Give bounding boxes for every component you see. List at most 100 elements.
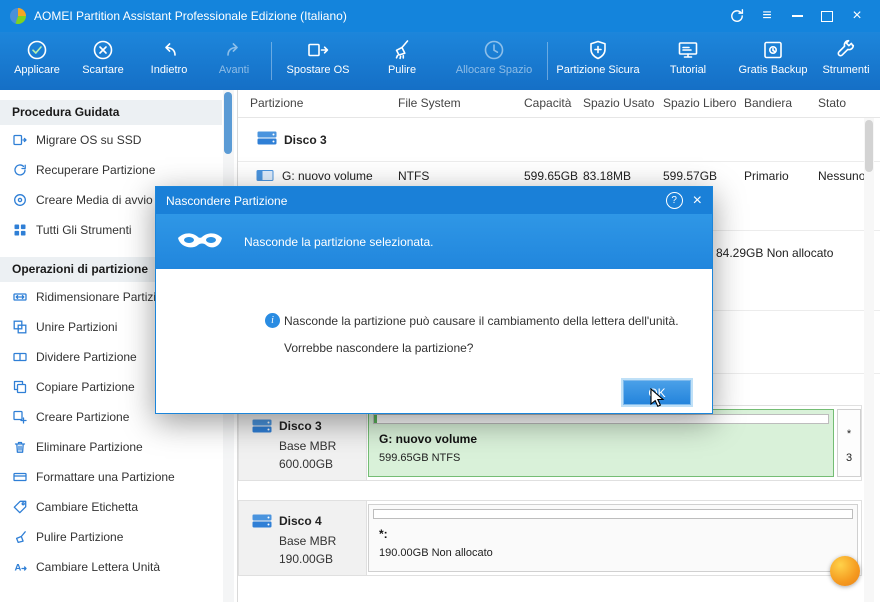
toolbar-button-indietro[interactable]: Indietro [140, 38, 198, 76]
all-tools-grid-icon [13, 223, 27, 237]
toolbar-button-partizione-sicura[interactable]: Partizione Sicura [553, 38, 643, 76]
volume-flag: Primario [744, 169, 789, 183]
disk-icon [251, 511, 273, 531]
minimize-button[interactable] [782, 3, 812, 29]
sidebar-item-eliminare[interactable]: Eliminare Partizione [0, 432, 222, 462]
unallocated-sliver-block[interactable]: * 3 [837, 409, 861, 477]
format-icon [13, 470, 27, 484]
recover-icon [13, 163, 27, 177]
column-bandiera[interactable]: Bandiera [744, 96, 792, 110]
sidebar-item-formattare[interactable]: Formattare una Partizione [0, 462, 222, 492]
toolbar-button-gratis-backup[interactable]: Gratis Backup [732, 38, 814, 76]
create-plus-icon [13, 410, 27, 424]
toolbar-button-applicare[interactable]: Applicare [8, 38, 66, 76]
column-spazio-usato[interactable]: Spazio Usato [583, 96, 654, 110]
toolbar-button-scartare[interactable]: Scartare [74, 38, 132, 76]
toolbar-button-pulire[interactable]: Pulire [366, 38, 438, 76]
promo-floating-badge[interactable] [830, 556, 860, 586]
partition-block-unallocated[interactable]: *: 190.00GB Non allocato [368, 504, 858, 572]
minimize-icon [792, 15, 803, 17]
main-scrollbar[interactable] [864, 118, 874, 602]
disk-row-disco3: Disco 3 Base MBR 600.00GB G: nuovo volum… [238, 405, 862, 481]
dialog-info-text: Nasconde la partizione può causare il ca… [284, 314, 679, 328]
partition-label: *: [379, 527, 388, 541]
maximize-icon [821, 11, 833, 22]
disk-name: Disco 4 [279, 514, 322, 528]
drive-letter-icon: A [13, 560, 27, 574]
disk-info-cell[interactable]: Disco 3 Base MBR 600.00GB [239, 406, 367, 480]
column-stato[interactable]: Stato [818, 96, 846, 110]
dialog-body: i Nasconde la partizione può causare il … [156, 269, 712, 413]
usage-fill [374, 415, 377, 423]
merge-icon [13, 320, 27, 334]
sidebar-item-pulire-partizione[interactable]: Pulire Partizione [0, 522, 222, 552]
partition-block-selected[interactable]: G: nuovo volume 599.65GB NTFS [368, 409, 834, 477]
copy-icon [13, 380, 27, 394]
partition-detail: 599.65GB NTFS [379, 452, 460, 464]
column-spazio-libero[interactable]: Spazio Libero [663, 96, 736, 110]
redo-arrow-icon [222, 38, 246, 62]
toolbar-button-tutorial[interactable]: Tutorial [652, 38, 724, 76]
boot-media-icon [13, 193, 27, 207]
broom-small-icon [13, 530, 27, 544]
toolbar-button-spostare-os[interactable]: Spostare OS [279, 38, 357, 76]
disk-size: 600.00GB [279, 457, 333, 471]
volume-fs: NTFS [398, 169, 429, 183]
volume-name: G: nuovo volume [282, 169, 373, 183]
app-logo-icon [10, 8, 26, 24]
dialog-banner: Nasconde la partizione selezionata. [156, 214, 712, 270]
toolbar-separator [547, 42, 548, 80]
usage-bar [373, 414, 829, 424]
column-capacita[interactable]: Capacità [524, 96, 571, 110]
dialog-title: Nascondere Partizione [156, 194, 287, 208]
sidebar-item-migrare-os[interactable]: Migrare OS su SSD [0, 125, 222, 155]
disk-row-disco4: Disco 4 Base MBR 190.00GB *: 190.00GB No… [238, 500, 862, 576]
disk-size: 190.00GB [279, 552, 333, 566]
backup-safe-icon [761, 38, 785, 62]
refresh-icon[interactable] [722, 3, 752, 29]
tutorial-board-icon [676, 38, 700, 62]
apply-check-icon [25, 38, 49, 62]
maximize-button[interactable] [812, 3, 842, 29]
volume-used: 83.18MB [583, 169, 631, 183]
dialog-titlebar: Nascondere Partizione ? × [156, 187, 712, 214]
wrench-icon [834, 38, 858, 62]
dialog-buttons: ? × [666, 192, 712, 209]
column-partizione[interactable]: Partizione [250, 96, 303, 110]
usage-bar [373, 509, 853, 519]
toolbar-button-allocare-spazio: Allocare Spazio [447, 38, 541, 76]
ok-button[interactable]: OK [623, 380, 691, 405]
dialog-help-icon[interactable]: ? [666, 192, 683, 209]
partition-label: G: nuovo volume [379, 432, 477, 446]
sidebar-item-recuperare-partizione[interactable]: Recuperare Partizione [0, 155, 222, 185]
broom-icon [390, 38, 414, 62]
toolbar-button-strumenti[interactable]: Strumenti [812, 38, 880, 76]
sidebar-item-cambiare-lettera[interactable]: A Cambiare Lettera Unità [0, 552, 222, 582]
sidebar-item-cambiare-etichetta[interactable]: Cambiare Etichetta [0, 492, 222, 522]
sliver-line1: * [838, 422, 860, 446]
toolbar-button-avanti: Avanti [205, 38, 263, 76]
disk-group-title[interactable]: Disco 3 [284, 133, 327, 147]
column-file-system[interactable]: File System [398, 96, 461, 110]
dialog-question-text: Vorrebbe nascondere la partizione? [284, 341, 473, 355]
toolbar-separator [271, 42, 272, 80]
close-button[interactable]: × [842, 3, 872, 29]
undo-arrow-icon [157, 38, 181, 62]
volume-status: Nessuno [818, 169, 865, 183]
clock-icon [482, 38, 506, 62]
menu-icon[interactable]: ≡ [752, 3, 782, 29]
info-icon: i [265, 313, 280, 328]
disk-info-cell[interactable]: Disco 4 Base MBR 190.00GB [239, 501, 367, 575]
tag-icon [13, 500, 27, 514]
disk-icon [256, 128, 278, 148]
svg-text:A: A [15, 563, 22, 574]
sidebar-scrollbar-thumb[interactable] [224, 92, 232, 154]
mask-icon [176, 231, 224, 253]
disk-icon [251, 416, 273, 436]
discard-x-icon [91, 38, 115, 62]
sidebar-section-procedura-guidata: Procedura Guidata [0, 100, 222, 125]
main-scrollbar-thumb[interactable] [865, 120, 873, 172]
dialog-banner-text: Nasconde la partizione selezionata. [244, 235, 433, 249]
resize-icon [13, 290, 27, 304]
dialog-close-icon[interactable]: × [693, 193, 702, 209]
